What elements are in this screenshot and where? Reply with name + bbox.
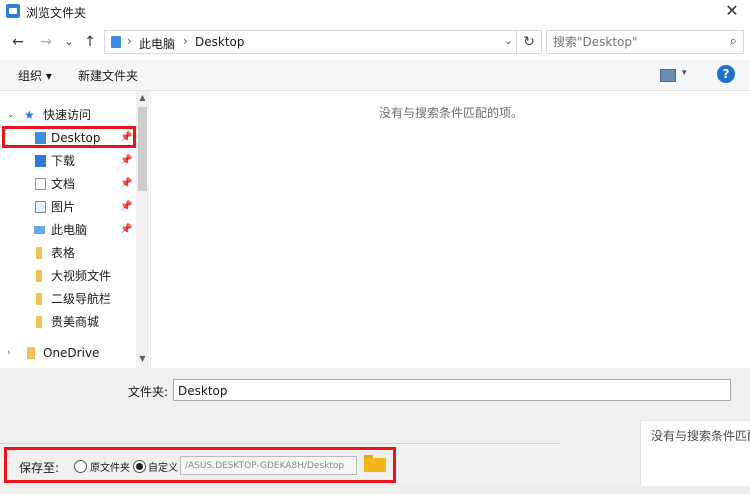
document-icon (35, 178, 46, 190)
sidebar-item-label: 下载 (51, 154, 76, 168)
star-icon: ★ (24, 108, 35, 122)
command-toolbar: 组织 ▾ 新建文件夹 ▾ ? (0, 60, 750, 91)
content-pane[interactable]: 没有与搜索条件匹配的项。 (150, 91, 750, 368)
sidebar-item-tables[interactable]: 表格 (0, 242, 136, 264)
save-to-row: 保存至: 原文件夹 自定义 (4, 447, 396, 483)
browse-folder-dialog: 浏览文件夹 ✕ ← → ⌄ ↑ › 此电脑 › Desktop ⌄ ↻ ⌕ 组织… (0, 0, 750, 494)
view-mode-icon[interactable] (660, 69, 676, 82)
breadcrumb-desktop[interactable]: Desktop (195, 35, 245, 49)
folder-icon (36, 316, 42, 328)
folder-browse-icon[interactable] (364, 455, 386, 473)
chevron-down-icon[interactable]: ⌄ (504, 34, 513, 47)
folder-input[interactable] (176, 382, 720, 400)
sidebar-item-pictures[interactable]: 图片 📌 (0, 196, 136, 218)
custom-path-box[interactable] (180, 456, 357, 475)
folder-body (364, 458, 386, 472)
folder-label: 文件夹: (128, 385, 169, 399)
pin-icon: 📌 (120, 155, 133, 166)
folder-row: 文件夹: (0, 368, 750, 410)
folder-icon (36, 270, 42, 282)
onedrive-label: OneDrive (43, 346, 100, 360)
sidebar-item-guimei-mall[interactable]: 贵美商城 (0, 311, 136, 333)
chevron-right-icon[interactable]: › (7, 342, 11, 364)
folder-icon (36, 293, 42, 305)
sidebar-item-label: 二级导航栏 (51, 292, 112, 306)
recent-locations-dropdown[interactable]: ⌄ (62, 33, 76, 51)
forward-button[interactable]: → (36, 33, 56, 51)
navigation-scrollbar[interactable]: ▲ ▼ (136, 91, 149, 368)
original-folder-radio[interactable] (74, 460, 87, 473)
breadcrumb-separator[interactable]: › (127, 34, 132, 48)
sidebar-item-label: 图片 (51, 200, 76, 214)
onedrive-folder-icon (27, 347, 35, 359)
sidebar-item-downloads[interactable]: 下载 📌 (0, 150, 136, 172)
picture-icon (35, 201, 46, 213)
quick-access-node[interactable]: ⌄ ★ 快速访问 (0, 104, 136, 126)
new-folder-button[interactable]: 新建文件夹 (78, 67, 138, 84)
sidebar-item-label: 表格 (51, 246, 76, 260)
window-title: 浏览文件夹 (26, 6, 87, 20)
address-bar[interactable]: › 此电脑 › Desktop ⌄ ↻ (104, 30, 542, 54)
folder-input-box[interactable] (173, 379, 731, 401)
quick-access-label: 快速访问 (43, 108, 92, 122)
chevron-down-icon[interactable]: ⌄ (7, 104, 15, 126)
sidebar-item-label: 大视频文件 (51, 269, 112, 283)
folder-icon (36, 247, 42, 259)
breadcrumb-separator[interactable]: › (183, 34, 188, 48)
app-icon (6, 4, 20, 18)
scroll-down-arrow[interactable]: ▼ (136, 352, 149, 366)
refresh-button[interactable]: ↻ (516, 31, 541, 53)
close-button[interactable]: ✕ (722, 1, 742, 21)
empty-results-message: 没有与搜索条件匹配的项。 (378, 106, 523, 120)
bottom-edge-strip (400, 486, 750, 494)
pin-icon: 📌 (120, 178, 133, 189)
help-icon[interactable]: ? (717, 65, 735, 83)
custom-folder-label[interactable]: 自定义 (148, 459, 178, 474)
pin-icon: 📌 (120, 201, 133, 212)
scroll-up-arrow[interactable]: ▲ (136, 91, 149, 105)
scroll-thumb[interactable] (138, 107, 147, 191)
sidebar-item-this-pc[interactable]: 此电脑 📌 (0, 219, 136, 241)
onedrive-node[interactable]: › OneDrive (0, 342, 136, 364)
background-window-text: 没有与搜索条件匹配 (651, 429, 750, 443)
search-box[interactable]: ⌕ (546, 30, 744, 54)
divider (0, 443, 560, 444)
sidebar-item-secondary-nav[interactable]: 二级导航栏 (0, 288, 136, 310)
background-window-fragment: 没有与搜索条件匹配 (640, 420, 750, 494)
title-bar: 浏览文件夹 ✕ (0, 0, 750, 24)
sidebar-item-label: 此电脑 (51, 223, 88, 237)
breadcrumb-this-pc[interactable]: 此电脑 (139, 35, 175, 52)
pin-icon: 📌 (120, 224, 133, 235)
custom-folder-radio[interactable] (133, 460, 146, 473)
back-button[interactable]: ← (8, 33, 28, 51)
original-folder-label[interactable]: 原文件夹 (90, 459, 130, 474)
view-mode-dropdown[interactable]: ▾ (682, 68, 687, 78)
search-icon[interactable]: ⌕ (730, 34, 737, 49)
search-input[interactable] (551, 33, 715, 51)
custom-path-field[interactable] (183, 458, 357, 474)
selection-highlight-annotation (2, 126, 136, 148)
save-to-label: 保存至: (19, 461, 60, 475)
sidebar-item-large-videos[interactable]: 大视频文件 (0, 265, 136, 287)
download-folder-icon (35, 155, 46, 167)
navigation-row: ← → ⌄ ↑ › 此电脑 › Desktop ⌄ ↻ ⌕ (0, 24, 750, 60)
sidebar-item-label: 贵美商城 (51, 315, 100, 329)
up-button[interactable]: ↑ (80, 33, 100, 51)
computer-icon (34, 226, 45, 234)
location-folder-icon (111, 36, 121, 48)
sidebar-item-documents[interactable]: 文档 📌 (0, 173, 136, 195)
sidebar-item-label: 文档 (51, 177, 76, 191)
organize-menu[interactable]: 组织 ▾ (18, 67, 52, 84)
